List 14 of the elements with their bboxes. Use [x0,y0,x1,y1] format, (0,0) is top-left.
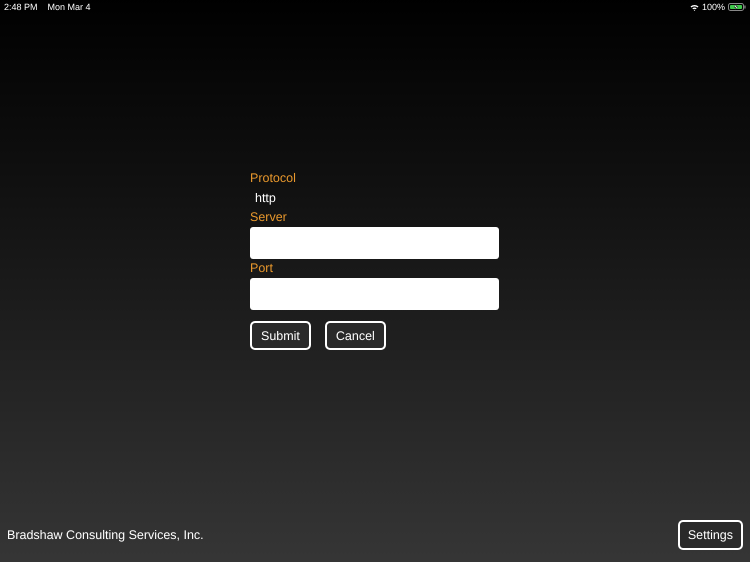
submit-button[interactable]: Submit [250,321,311,350]
field-label: Server [250,209,288,226]
battery-percent: 100% [702,2,725,12]
status-date: Mon Mar 4 [48,2,91,12]
cancel-button[interactable]: Cancel [324,321,386,350]
input-field[interactable] [250,227,499,259]
field-value: http [254,190,277,207]
input-field[interactable] [250,278,499,310]
field-label: Protocol [250,170,297,187]
field-label: Port [250,260,274,277]
settings-button[interactable]: Settings [678,520,743,550]
wifi-icon [690,4,699,10]
company-name: Bradshaw Consulting Services, Inc. [7,528,204,542]
status-time: 2:48 PM [4,2,38,12]
